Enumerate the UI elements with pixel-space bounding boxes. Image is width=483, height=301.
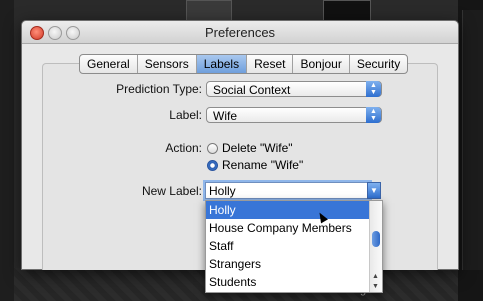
up-down-arrows-icon: ▲ ▼ — [366, 81, 381, 97]
titlebar: Preferences — [22, 21, 458, 44]
action-label: Action: — [165, 141, 202, 155]
rename-option-label: Rename "Wife" — [222, 158, 304, 172]
background-panel — [462, 10, 483, 270]
tab-security[interactable]: Security — [350, 55, 407, 73]
delete-radio-option[interactable]: Delete "Wife" — [207, 141, 293, 155]
scroll-up-arrow-icon[interactable]: ▲ — [372, 273, 379, 280]
new-label-dropdown-list: Holly House Company Members Staff Strang… — [205, 200, 383, 293]
dropdown-item[interactable]: Staff — [206, 237, 382, 255]
prediction-type-popup[interactable]: Social Context ▲ ▼ — [206, 81, 382, 97]
prediction-type-value: Social Context — [213, 83, 291, 97]
new-label-label: New Label: — [141, 184, 202, 198]
dropdown-scrollbar[interactable]: ▲ ▼ — [369, 201, 382, 292]
radio-button[interactable] — [207, 142, 218, 154]
delete-option-label: Delete "Wife" — [222, 141, 293, 155]
window-title: Preferences — [204, 25, 276, 40]
tab-general[interactable]: General — [80, 55, 138, 73]
prediction-type-label: Prediction Type: — [116, 82, 202, 96]
dropdown-item[interactable]: Students — [206, 273, 382, 291]
dropdown-item[interactable]: House Company Members — [206, 219, 382, 237]
desktop-backdrop-left — [0, 0, 14, 301]
dropdown-item[interactable]: Holly — [206, 201, 382, 219]
up-down-arrows-icon: ▲ ▼ — [366, 107, 381, 123]
rename-radio-option[interactable]: Rename "Wife" — [207, 158, 303, 172]
label-popup-value: Wife — [213, 109, 237, 123]
combo-dropdown-button[interactable]: ▼ — [367, 182, 381, 199]
label-popup[interactable]: Wife ▲ ▼ — [206, 107, 382, 123]
tab-bonjour[interactable]: Bonjour — [293, 55, 350, 73]
tab-labels[interactable]: Labels — [196, 55, 248, 73]
chevron-down-icon: ▼ — [370, 186, 378, 195]
dropdown-item[interactable]: Strangers — [206, 255, 382, 273]
radio-button-selected[interactable] — [207, 159, 218, 171]
new-label-combo-input[interactable]: Holly — [205, 182, 370, 199]
tab-bar: General Sensors Labels Reset Bonjour Sec… — [79, 54, 409, 74]
scroll-down-arrow-icon[interactable]: ▼ — [372, 283, 379, 290]
tab-sensors[interactable]: Sensors — [138, 55, 197, 73]
scrollbar-thumb[interactable] — [372, 231, 380, 247]
tab-reset[interactable]: Reset — [247, 55, 294, 73]
label-field-label: Label: — [169, 108, 202, 122]
